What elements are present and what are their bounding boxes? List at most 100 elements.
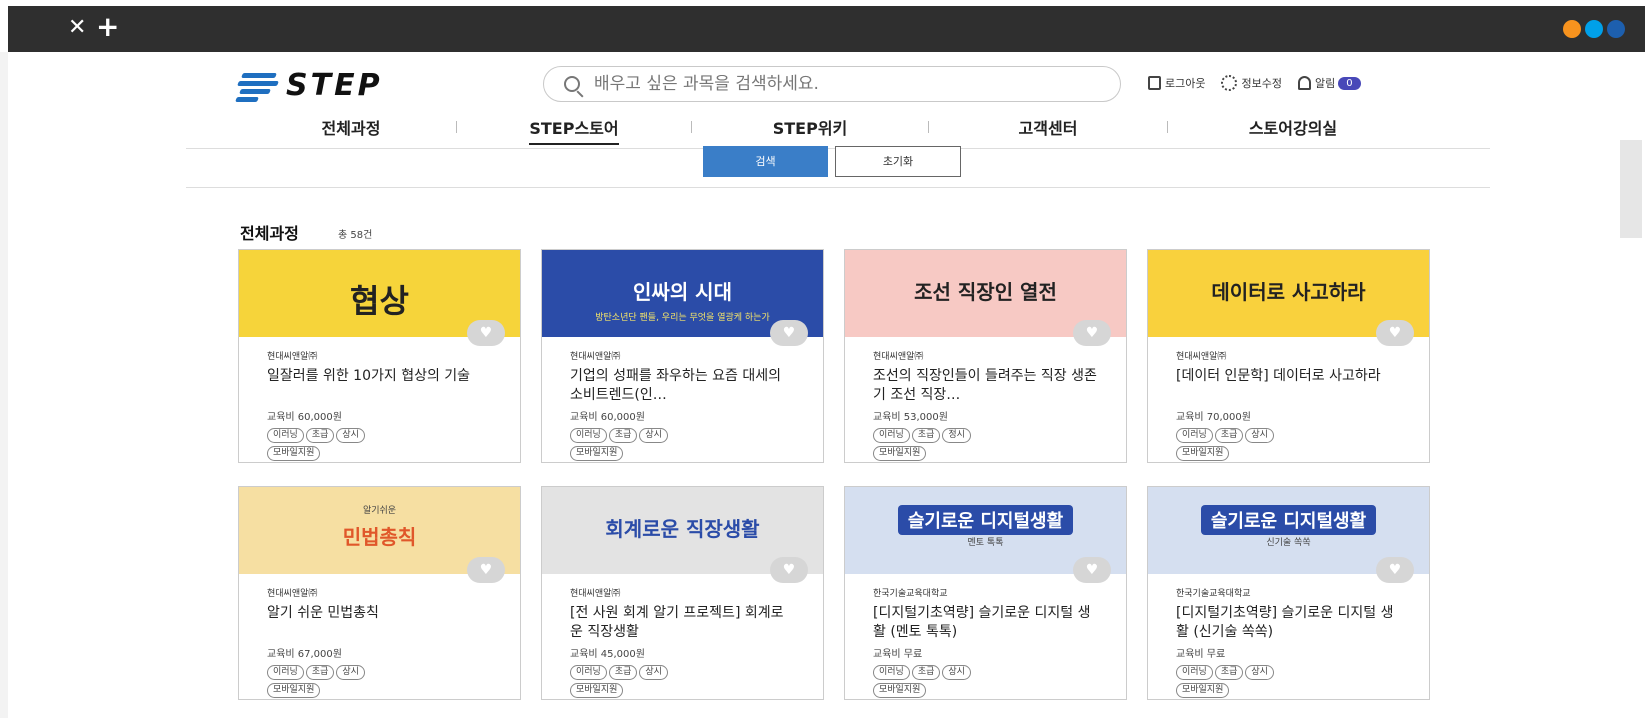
logout-link[interactable]: 로그아웃 — [1148, 75, 1205, 91]
navy-dot-icon[interactable] — [1607, 20, 1625, 38]
course-info: 현대씨앤알㈜ 기업의 성패를 좌우하는 요즘 대세의 소비트렌드(인… 교육비 … — [542, 337, 823, 464]
course-tag: 상시 — [639, 428, 668, 443]
reset-button[interactable]: 초기화 — [835, 146, 961, 177]
search-icon[interactable] — [564, 76, 580, 92]
list-title: 전체과정 — [240, 224, 299, 243]
filter-divider — [186, 187, 1490, 188]
logout-label: 로그아웃 — [1165, 77, 1206, 90]
course-title[interactable]: [전 사원 회계 알기 프로젝트] 회계로운 직장생활 — [570, 604, 795, 642]
course-card[interactable]: 조선 직장인 열전 ♥ 현대씨앤알㈜ 조선의 직장인들이 들려주는 직장 생존기… — [844, 249, 1127, 463]
course-title[interactable]: 알기 쉬운 민법총칙 — [267, 604, 492, 642]
search-button[interactable]: 검색 — [703, 146, 828, 177]
list-count: 총 58건 — [338, 230, 373, 241]
gear-icon — [1221, 75, 1238, 91]
course-tag: 모바일지원 — [1176, 446, 1230, 461]
thumbnail-title: 인싸의 시대 — [633, 280, 732, 304]
thumbnail-title: 협상 — [350, 282, 409, 320]
course-fee: 교육비 60,000원 — [267, 412, 342, 423]
course-title[interactable]: [디지털기초역량] 슬기로운 디지털 생활 (신기술 쏙쏙) — [1176, 604, 1401, 642]
course-tag: 이러닝 — [1176, 665, 1213, 680]
site-logo[interactable]: STEP — [235, 68, 383, 103]
course-tags: 이러닝 초급 상시 모바일지원 — [267, 665, 492, 701]
heart-icon[interactable]: ♥ — [1073, 320, 1111, 346]
utility-menu: 로그아웃 정보수정 알림 0 — [1148, 75, 1377, 91]
profile-edit-label: 정보수정 — [1241, 77, 1282, 90]
course-tags: 이러닝 초급 상시 모바일지원 — [873, 665, 1098, 701]
course-card[interactable]: 인싸의 시대 방탄소년단 팬들, 우리는 무엇을 열광케 하는가 ♥ 현대씨앤알… — [541, 249, 824, 463]
nav-item-all-courses[interactable]: 전체과정 — [246, 115, 456, 139]
course-tag: 모바일지원 — [570, 446, 624, 461]
course-tag: 이러닝 — [873, 665, 910, 680]
course-tag: 모바일지원 — [873, 446, 927, 461]
heart-icon[interactable]: ♥ — [1376, 320, 1414, 346]
course-tags: 이러닝 초급 상시 모바일지원 — [267, 428, 492, 464]
browser-window: ✕ + STEP 로그아웃 정보수정 — [0, 0, 1645, 718]
course-tag: 모바일지원 — [1176, 683, 1230, 698]
course-tag: 초급 — [305, 665, 335, 680]
course-card[interactable]: 슬기로운 디지털생활 멘토 톡톡 ♥ 한국기술교육대학교 [디지털기초역량] 슬… — [844, 486, 1127, 700]
course-tag: 이러닝 — [570, 428, 607, 443]
course-tag: 모바일지원 — [570, 683, 624, 698]
course-title[interactable]: 조선의 직장인들이 들려주는 직장 생존기 조선 직장… — [873, 367, 1098, 405]
nav-item-step-wiki[interactable]: STEP위키 — [692, 115, 928, 139]
course-fee: 교육비 53,000원 — [873, 412, 948, 423]
nav-item-step-store-label: STEP스토어 — [529, 115, 619, 145]
search-input[interactable] — [594, 74, 1094, 94]
search-bar[interactable] — [543, 66, 1121, 102]
bell-icon — [1297, 76, 1311, 90]
blue-dot-icon[interactable] — [1585, 20, 1603, 38]
new-tab-icon[interactable]: + — [96, 12, 119, 42]
close-tab-icon[interactable]: ✕ — [68, 15, 86, 41]
course-title[interactable]: [디지털기초역량] 슬기로운 디지털 생활 (멘토 톡톡) — [873, 604, 1098, 642]
course-tag: 상시 — [1245, 428, 1274, 443]
thumbnail-title: 데이터로 사고하라 — [1211, 280, 1366, 304]
course-title[interactable]: [데이터 인문학] 데이터로 사고하라 — [1176, 367, 1401, 405]
course-fee: 교육비 60,000원 — [570, 412, 645, 423]
course-card[interactable]: 민법총칙 알기쉬운 ♥ 현대씨앤알㈜ 알기 쉬운 민법총칙 교육비 67,000… — [238, 486, 521, 700]
scrollbar-thumb[interactable] — [1620, 140, 1642, 238]
course-card[interactable]: 슬기로운 디지털생활 신기술 쏙쏙 ♥ 한국기술교육대학교 [디지털기초역량] … — [1147, 486, 1430, 700]
course-tag: 이러닝 — [1176, 428, 1213, 443]
nav-item-store-classroom[interactable]: 스토어강의실 — [1168, 115, 1418, 139]
course-card[interactable]: 회계로운 직장생활 ♥ 현대씨앤알㈜ [전 사원 회계 알기 프로젝트] 회계로… — [541, 486, 824, 700]
course-tag: 초급 — [608, 665, 638, 680]
course-title[interactable]: 일잘러를 위한 10가지 협상의 기술 — [267, 367, 492, 405]
course-provider: 현대씨앤알㈜ — [267, 589, 318, 599]
heart-icon[interactable]: ♥ — [1073, 557, 1111, 583]
course-tags: 이러닝 초급 상시 모바일지원 — [1176, 428, 1401, 464]
course-fee: 교육비 70,000원 — [1176, 412, 1251, 423]
course-provider: 한국기술교육대학교 — [1176, 589, 1251, 599]
course-fee: 교육비 45,000원 — [570, 649, 645, 660]
course-tag: 상시 — [639, 665, 668, 680]
heart-icon[interactable]: ♥ — [1376, 557, 1414, 583]
profile-edit-link[interactable]: 정보수정 — [1221, 75, 1282, 91]
course-tag: 초급 — [1214, 665, 1244, 680]
course-info: 현대씨앤알㈜ [데이터 인문학] 데이터로 사고하라 교육비 70,000원 이… — [1148, 337, 1429, 464]
heart-icon[interactable]: ♥ — [467, 557, 505, 583]
course-tag: 이러닝 — [267, 428, 304, 443]
course-card[interactable]: 협상 ♥ 현대씨앤알㈜ 일잘러를 위한 10가지 협상의 기술 교육비 60,0… — [238, 249, 521, 463]
nav-item-step-store[interactable]: STEP스토어 — [457, 115, 691, 145]
alert-label: 알림 — [1314, 77, 1336, 90]
course-provider: 현대씨앤알㈜ — [1176, 352, 1227, 362]
course-tag: 모바일지원 — [267, 683, 321, 698]
course-tag: 상시 — [942, 665, 971, 680]
thumbnail-subtitle: 알기쉬운 — [362, 506, 397, 516]
course-tag: 초급 — [305, 428, 335, 443]
course-provider: 현대씨앤알㈜ — [570, 589, 621, 599]
heart-icon[interactable]: ♥ — [467, 320, 505, 346]
course-tag: 상시 — [336, 665, 365, 680]
alert-count-badge: 0 — [1338, 76, 1361, 90]
nav-item-customer-center[interactable]: 고객센터 — [929, 115, 1167, 139]
course-card[interactable]: 데이터로 사고하라 ♥ 현대씨앤알㈜ [데이터 인문학] 데이터로 사고하라 교… — [1147, 249, 1430, 463]
course-tag: 모바일지원 — [873, 683, 927, 698]
course-title[interactable]: 기업의 성패를 좌우하는 요즘 대세의 소비트렌드(인… — [570, 367, 795, 405]
alert-link[interactable]: 알림 0 — [1297, 75, 1361, 91]
left-edge — [0, 52, 8, 718]
logo-text: STEP — [286, 68, 383, 103]
course-info: 현대씨앤알㈜ 일잘러를 위한 10가지 협상의 기술 교육비 60,000원 이… — [239, 337, 520, 464]
heart-icon[interactable]: ♥ — [770, 320, 808, 346]
course-provider: 현대씨앤알㈜ — [267, 352, 318, 362]
orange-dot-icon[interactable] — [1563, 20, 1581, 38]
heart-icon[interactable]: ♥ — [770, 557, 808, 583]
